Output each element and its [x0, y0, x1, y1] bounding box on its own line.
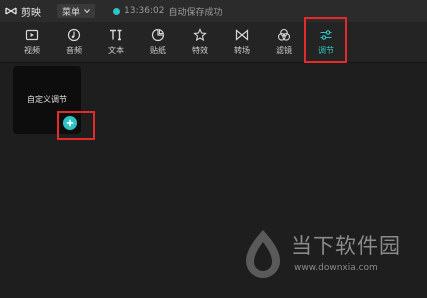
capcut-logo-icon — [5, 7, 17, 15]
save-status-icon — [113, 7, 121, 15]
tab-transition[interactable]: 转场 — [225, 25, 259, 61]
adjust-icon — [320, 30, 332, 40]
save-time: 13:36:02 — [124, 6, 165, 16]
tab-filter[interactable]: 滤镜 — [267, 25, 301, 61]
text-icon — [110, 29, 122, 41]
tab-transition-label: 转场 — [234, 46, 250, 55]
effects-icon — [193, 28, 207, 42]
custom-adjust-label: 自定义调节 — [27, 95, 67, 104]
tab-sticker[interactable]: 贴纸 — [141, 25, 175, 61]
tab-effects-label: 特效 — [192, 46, 208, 55]
plus-icon — [66, 119, 74, 127]
media-toolbar: 视频 音频 文本 贴纸 特效 转场 滤镜 调节 — [0, 22, 427, 63]
tab-audio-label: 音频 — [66, 46, 82, 55]
tab-adjust[interactable]: 调节 — [309, 25, 343, 61]
tab-sticker-label: 贴纸 — [150, 46, 166, 55]
tab-filter-label: 滤镜 — [276, 46, 292, 55]
watermark-url: www.downxia.com — [294, 263, 378, 273]
watermark-logo-icon — [246, 230, 280, 278]
filter-icon — [277, 28, 291, 41]
app-name: 剪映 — [21, 7, 41, 19]
tab-video-label: 视频 — [24, 46, 40, 55]
watermark-text: 当下软件园 — [291, 234, 401, 258]
title-bar: 剪映 菜单 13:36:02 自动保存成功 — [0, 0, 427, 22]
transition-icon — [235, 29, 249, 41]
menu-label: 菜单 — [62, 7, 81, 18]
save-status-text: 自动保存成功 — [168, 7, 223, 18]
tab-adjust-label: 调节 — [318, 46, 334, 55]
tab-text-label: 文本 — [108, 46, 124, 55]
audio-icon — [67, 28, 81, 42]
video-icon — [25, 29, 39, 41]
sticker-icon — [151, 28, 165, 42]
add-button[interactable] — [63, 116, 77, 130]
tab-text[interactable]: 文本 — [99, 25, 133, 61]
tab-video[interactable]: 视频 — [15, 25, 49, 61]
tab-audio[interactable]: 音频 — [57, 25, 91, 61]
chevron-down-icon — [84, 9, 90, 14]
tab-effects[interactable]: 特效 — [183, 25, 217, 61]
menu-button[interactable]: 菜单 — [57, 4, 96, 18]
